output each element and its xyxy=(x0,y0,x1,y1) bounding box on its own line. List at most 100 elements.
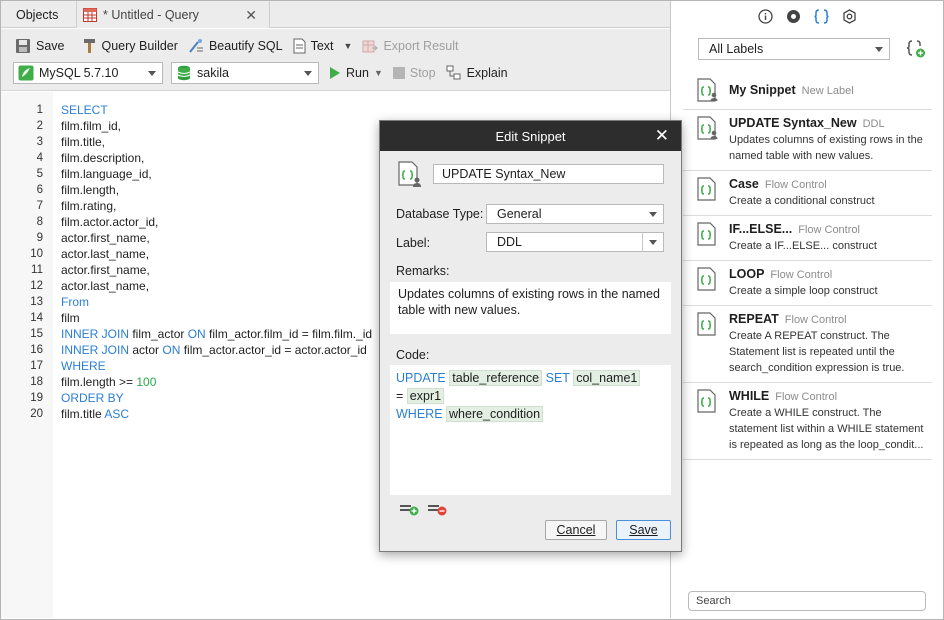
text-button-label: Text xyxy=(310,39,334,53)
code-line: film.description, xyxy=(61,151,145,165)
line-number: 20 xyxy=(30,408,43,420)
code-line: film.length >= 100 xyxy=(61,375,157,389)
code-equals: = xyxy=(396,389,404,403)
line-number: 16 xyxy=(30,344,43,356)
text-dropdown-icon[interactable]: ▼ xyxy=(344,41,353,51)
add-snippet-icon[interactable] xyxy=(906,39,926,59)
close-icon[interactable]: ✕ xyxy=(655,126,669,146)
snippet-label: Flow Control xyxy=(764,179,827,191)
chevron-down-icon[interactable] xyxy=(649,240,657,245)
stop-button[interactable]: Stop xyxy=(392,66,436,80)
add-placeholder-icon[interactable] xyxy=(400,502,420,516)
snippet-item[interactable]: My Snippet New Label xyxy=(683,71,932,110)
mysql-leaf-icon xyxy=(18,65,34,81)
snippet-title-text: Case xyxy=(729,177,759,191)
save-snippet-label: Save xyxy=(629,523,658,537)
query-table-icon xyxy=(83,7,97,22)
remarks-textarea[interactable]: Updates columns of existing rows in the … xyxy=(390,282,671,334)
save-button-label: Save xyxy=(36,39,65,53)
chevron-down-icon xyxy=(148,71,156,76)
snippet-title: WHILE Flow Control xyxy=(729,389,932,403)
snippet-label: DDL xyxy=(862,118,885,130)
database-select[interactable]: sakila xyxy=(171,62,319,84)
run-dropdown-icon[interactable]: ▼ xyxy=(374,68,383,78)
line-number: 10 xyxy=(30,248,43,260)
explain-button-label: Explain xyxy=(466,66,508,80)
text-doc-icon xyxy=(293,38,306,54)
snippet-item[interactable]: UPDATE Syntax_New DDL Updates columns of e… xyxy=(683,110,932,171)
line-number: 13 xyxy=(30,296,43,308)
code-line: film.title, xyxy=(61,135,106,149)
snippet-item[interactable]: REPEAT Flow Control Create A REPEAT constr… xyxy=(683,306,932,383)
line-number: 1 xyxy=(36,104,43,116)
snippet-title: Case Flow Control xyxy=(729,177,932,191)
tab-objects[interactable]: Objects xyxy=(1,1,77,28)
export-result-button[interactable]: Export Result xyxy=(362,38,458,54)
snippet-item[interactable]: Case Flow Control Create a conditional con… xyxy=(683,171,932,216)
labels-filter-select[interactable]: All Labels xyxy=(698,38,890,60)
snippet-item[interactable]: WHILE Flow Control Create a WHILE construc… xyxy=(683,383,932,460)
tab-objects-label: Objects xyxy=(16,7,59,22)
tab-query[interactable]: * Untitled - Query ✕ xyxy=(77,1,270,28)
explain-button[interactable]: Explain xyxy=(446,65,508,81)
code-editor[interactable]: UPDATE table_reference SET col_name1 = e… xyxy=(390,365,671,495)
info-icon[interactable] xyxy=(758,8,774,24)
code-label: Code: xyxy=(396,348,430,362)
code-line: actor.first_name, xyxy=(61,263,150,277)
code-line: film.rating, xyxy=(61,199,117,213)
code-keyword-update: UPDATE xyxy=(396,371,446,385)
query-builder-label: Query Builder xyxy=(101,39,178,53)
tab-close-icon[interactable]: ✕ xyxy=(245,7,257,24)
line-number: 19 xyxy=(30,392,43,404)
play-icon xyxy=(330,67,340,79)
code-snippet-icon[interactable] xyxy=(814,8,830,24)
snippet-label: Flow Control xyxy=(798,224,860,236)
code-line: film.language_id, xyxy=(61,167,152,181)
snippet-title: My Snippet New Label xyxy=(729,83,932,97)
placeholder-table-reference[interactable]: table_reference xyxy=(449,370,543,386)
snippet-label: Flow Control xyxy=(775,391,838,403)
code-keyword-set: SET xyxy=(545,371,570,385)
line-number: 12 xyxy=(30,280,43,292)
settings-hexagon-icon[interactable] xyxy=(842,8,858,24)
stop-button-label: Stop xyxy=(409,66,436,80)
cancel-button[interactable]: Cancel xyxy=(545,520,607,540)
beautify-sql-button[interactable]: Beautify SQL xyxy=(188,38,283,54)
placeholder-expr1[interactable]: expr1 xyxy=(406,388,445,404)
run-button[interactable]: Run ▼ xyxy=(329,66,383,80)
snippet-item[interactable]: IF...ELSE... Flow Control Create a IF...EL… xyxy=(683,216,932,261)
snippet-file-icon xyxy=(697,177,716,201)
remarks-value: Updates columns of existing rows in the … xyxy=(398,287,660,317)
snippet-title-text: IF...ELSE... xyxy=(729,222,793,236)
query-builder-button[interactable]: Query Builder xyxy=(83,38,178,54)
label-combo[interactable]: DDL xyxy=(486,232,664,252)
snippets-panel: All Labels My Snippet New Label UPDATE Syn… xyxy=(670,1,943,618)
snippet-name-input[interactable]: UPDATE Syntax_New xyxy=(433,164,664,184)
database-type-select[interactable]: General xyxy=(486,204,664,224)
snippet-title-text: My Snippet xyxy=(729,83,796,97)
database-icon xyxy=(177,65,191,81)
snippet-search-input[interactable]: Search xyxy=(688,591,926,611)
snippet-description: Create a IF...ELSE... construct xyxy=(729,240,877,252)
snippet-title-text: REPEAT xyxy=(729,312,779,326)
preview-eye-icon[interactable] xyxy=(786,8,802,24)
placeholder-col-name1[interactable]: col_name1 xyxy=(573,370,641,386)
connection-select[interactable]: MySQL 5.7.10 xyxy=(13,62,163,84)
snippet-title-text: LOOP xyxy=(729,267,765,281)
snippet-name-value: UPDATE Syntax_New xyxy=(442,167,566,181)
dialog-title-bar: Edit Snippet ✕ xyxy=(380,121,681,151)
code-line: SELECT xyxy=(61,103,108,117)
remove-placeholder-icon[interactable] xyxy=(428,502,448,516)
text-button[interactable]: Text ▼ xyxy=(293,38,353,54)
line-number: 7 xyxy=(36,200,43,212)
snippet-item[interactable]: LOOP Flow Control Create a simple loop con… xyxy=(683,261,932,306)
placeholder-where-condition[interactable]: where_condition xyxy=(446,406,544,422)
save-snippet-button[interactable]: Save xyxy=(616,520,671,540)
explain-icon xyxy=(446,65,461,80)
code-line: actor.last_name, xyxy=(61,279,150,293)
save-button[interactable]: Save xyxy=(15,38,65,54)
code-keyword-where: WHERE xyxy=(396,407,443,421)
code-line: actor.first_name, xyxy=(61,231,150,245)
code-line: ORDER BY xyxy=(61,391,124,405)
code-line: INNER JOIN film_actor ON film_actor.film… xyxy=(61,327,373,341)
